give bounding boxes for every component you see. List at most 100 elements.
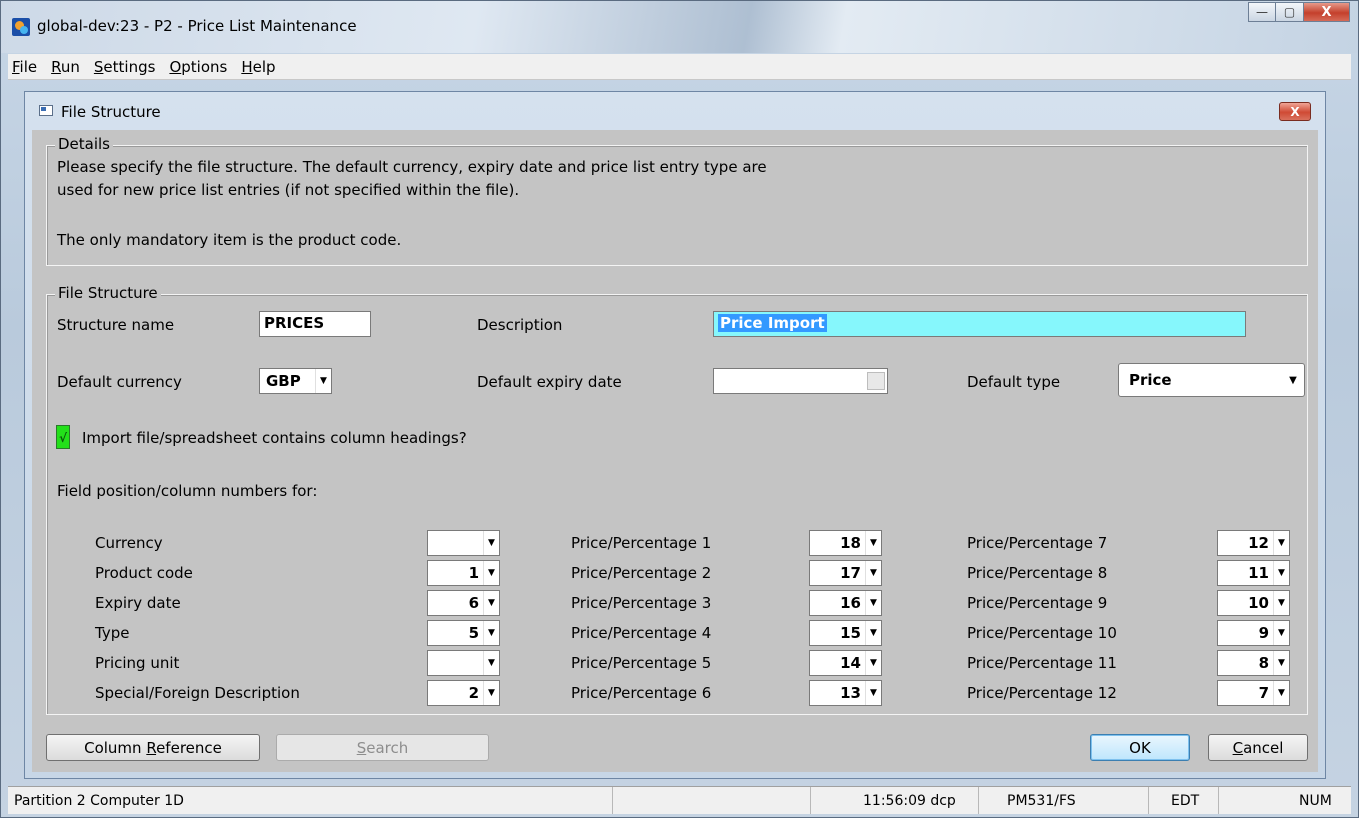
position-label: Price/Percentage 7 — [967, 534, 1108, 552]
position-dropdown[interactable]: 8 ▼ — [1217, 650, 1290, 676]
structure-name-field[interactable]: PRICES — [259, 311, 371, 337]
column-reference-label: Column Reference — [84, 738, 222, 757]
close-icon: X — [1321, 4, 1332, 20]
close-window-button[interactable]: X — [1304, 2, 1350, 22]
position-value: 1 — [468, 564, 479, 582]
position-value: 11 — [1248, 564, 1269, 582]
position-dropdown[interactable]: 12 ▼ — [1217, 530, 1290, 556]
position-label: Price/Percentage 10 — [967, 624, 1117, 642]
ok-label: OK — [1129, 738, 1151, 757]
dialog-titlebar[interactable]: File Structure X — [25, 92, 1325, 130]
menu-run[interactable]: Run — [51, 58, 80, 76]
cancel-button[interactable]: Cancel — [1208, 734, 1308, 761]
close-icon: X — [1290, 104, 1300, 119]
position-label: Price/Percentage 6 — [571, 684, 712, 702]
position-value: 14 — [840, 654, 861, 672]
menu-options[interactable]: Options — [169, 58, 227, 76]
position-label: Special/Foreign Description — [95, 684, 300, 702]
description-selected-text: Price Import — [718, 314, 827, 332]
position-value: 18 — [840, 534, 861, 552]
position-value: 16 — [840, 594, 861, 612]
details-text-line3: The only mandatory item is the product c… — [57, 231, 402, 249]
default-currency-value: GBP — [266, 372, 301, 390]
position-label: Expiry date — [95, 594, 181, 612]
chevron-down-icon: ▼ — [483, 681, 499, 705]
chevron-down-icon: ▼ — [865, 561, 881, 585]
chevron-down-icon: ▼ — [1273, 681, 1289, 705]
position-dropdown[interactable]: 13 ▼ — [809, 680, 882, 706]
chevron-down-icon: ▼ — [1273, 651, 1289, 675]
position-value: 15 — [840, 624, 861, 642]
column-headings-label: Import file/spreadsheet contains column … — [82, 429, 467, 447]
chevron-down-icon: ▼ — [865, 651, 881, 675]
position-dropdown[interactable]: 7 ▼ — [1217, 680, 1290, 706]
search-button[interactable]: Search — [276, 734, 489, 761]
menu-file[interactable]: File — [12, 58, 37, 76]
default-currency-label: Default currency — [57, 373, 182, 391]
position-label: Price/Percentage 3 — [571, 594, 712, 612]
chevron-down-icon: ▼ — [1273, 531, 1289, 555]
maximize-icon: ▢ — [1283, 5, 1296, 19]
file-structure-dialog: File Structure X Details Please specify … — [24, 91, 1326, 779]
minimize-button[interactable]: — — [1248, 2, 1276, 22]
chevron-down-icon: ▼ — [865, 681, 881, 705]
status-empty — [613, 787, 811, 814]
details-text-line2: used for new price list entries (if not … — [57, 181, 520, 199]
status-program: PM531/FS — [979, 787, 1149, 814]
position-dropdown[interactable]: 14 ▼ — [809, 650, 882, 676]
window-title: global-dev:23 - P2 - Price List Maintena… — [37, 17, 357, 35]
column-headings-checkbox[interactable]: √ — [56, 425, 70, 449]
position-label: Price/Percentage 5 — [571, 654, 712, 672]
chevron-down-icon: ▼ — [865, 531, 881, 555]
dialog-close-button[interactable]: X — [1279, 102, 1311, 121]
chevron-down-icon: ▼ — [1273, 561, 1289, 585]
chevron-down-icon: ▼ — [1273, 591, 1289, 615]
position-dropdown[interactable]: ▼ — [427, 530, 500, 556]
position-dropdown[interactable]: 1 ▼ — [427, 560, 500, 586]
dialog-title: File Structure — [61, 103, 161, 121]
application-window: global-dev:23 - P2 - Price List Maintena… — [0, 0, 1359, 818]
ok-button[interactable]: OK — [1090, 734, 1190, 761]
position-dropdown[interactable]: 11 ▼ — [1217, 560, 1290, 586]
minimize-icon: — — [1256, 5, 1268, 19]
position-dropdown[interactable]: 10 ▼ — [1217, 590, 1290, 616]
position-dropdown[interactable]: 15 ▼ — [809, 620, 882, 646]
chevron-down-icon: ▼ — [483, 561, 499, 585]
default-currency-dropdown[interactable]: GBP ▼ — [259, 368, 332, 394]
position-dropdown[interactable]: 2 ▼ — [427, 680, 500, 706]
chevron-down-icon: ▼ — [483, 651, 499, 675]
position-dropdown[interactable]: 5 ▼ — [427, 620, 500, 646]
dialog-body: Details Please specify the file structur… — [32, 130, 1318, 772]
position-dropdown[interactable]: 18 ▼ — [809, 530, 882, 556]
chevron-down-icon: ▼ — [865, 621, 881, 645]
menu-bar: File Run Settings Options Help — [8, 54, 1351, 80]
position-label: Price/Percentage 11 — [967, 654, 1117, 672]
position-value: 10 — [1248, 594, 1269, 612]
description-field[interactable]: Price Import — [713, 311, 1246, 337]
position-label: Price/Percentage 8 — [967, 564, 1108, 582]
position-dropdown[interactable]: 6 ▼ — [427, 590, 500, 616]
menu-settings[interactable]: Settings — [94, 58, 156, 76]
position-value: 12 — [1248, 534, 1269, 552]
file-structure-group: File Structure Structure name PRICES Des… — [46, 284, 1308, 715]
default-expiry-date-label: Default expiry date — [477, 373, 622, 391]
status-mode: EDT — [1149, 787, 1219, 814]
menu-help[interactable]: Help — [241, 58, 275, 76]
chevron-down-icon: ▼ — [315, 369, 331, 393]
dialog-window-icon — [39, 105, 53, 116]
default-type-dropdown[interactable]: Price ▼ — [1118, 363, 1305, 397]
position-dropdown[interactable]: 17 ▼ — [809, 560, 882, 586]
maximize-button[interactable]: ▢ — [1276, 2, 1304, 22]
details-text-line1: Please specify the file structure. The d… — [57, 158, 767, 176]
column-reference-button[interactable]: Column Reference — [46, 734, 260, 761]
position-label: Product code — [95, 564, 193, 582]
position-label: Currency — [95, 534, 163, 552]
window-titlebar[interactable]: global-dev:23 - P2 - Price List Maintena… — [1, 1, 1358, 53]
position-dropdown[interactable]: 9 ▼ — [1217, 620, 1290, 646]
position-dropdown[interactable]: 16 ▼ — [809, 590, 882, 616]
chevron-down-icon: ▼ — [483, 621, 499, 645]
status-bar: Partition 2 Computer 1D 11:56:09 dcp PM5… — [8, 786, 1351, 814]
calendar-icon[interactable] — [867, 372, 885, 390]
position-dropdown[interactable]: ▼ — [427, 650, 500, 676]
default-expiry-date-field[interactable] — [713, 368, 888, 394]
